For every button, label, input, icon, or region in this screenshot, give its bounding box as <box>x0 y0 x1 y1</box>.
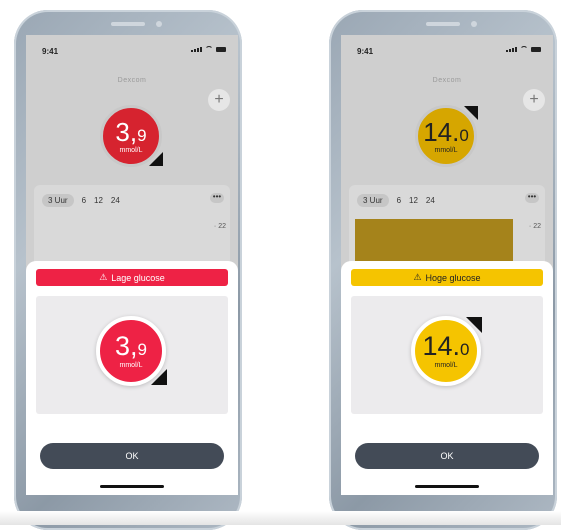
wifi-icon <box>520 46 528 52</box>
glucose-reading-gauge: 14.0 mmol/L <box>415 105 478 167</box>
phone-screen: 9:41 Dexcom + 14.0 mmol/L 3 Uur 6 12 24 … <box>341 35 553 495</box>
warning-icon: ⚠ <box>413 272 422 282</box>
signal-icon <box>191 47 202 52</box>
warning-icon: ⚠ <box>99 272 108 282</box>
wifi-icon <box>205 46 213 52</box>
phone-frame-low: 9:41 Dexcom + 3,9 mmol/L 3 Uur 6 12 24 •… <box>14 10 242 530</box>
status-time: 9:41 <box>357 47 374 56</box>
battery-icon <box>216 47 226 52</box>
speaker-grille <box>111 22 145 26</box>
phone-frame-high: 9:41 Dexcom + 14.0 mmol/L 3 Uur 6 12 24 … <box>329 10 557 530</box>
phone-screen: 9:41 Dexcom + 3,9 mmol/L 3 Uur 6 12 24 •… <box>26 35 238 495</box>
glucose-value: 14.0 <box>423 116 469 147</box>
time-range-tabs: 3 Uur 6 12 24 <box>42 194 120 207</box>
alert-sheet: ⚠ Lage glucose 3,9 mmol/L OK <box>26 261 238 495</box>
brand-name: Dexcom <box>432 77 462 84</box>
alert-title: Hoge glucose <box>425 272 481 283</box>
speaker-grille <box>426 22 460 26</box>
more-options-button[interactable]: ••• <box>210 193 224 203</box>
brand-name: Dexcom <box>117 77 147 84</box>
camera-dot <box>471 21 477 27</box>
tab-3-hours[interactable]: 3 Uur <box>42 194 74 207</box>
alert-glucose-unit: mmol/L <box>119 362 143 369</box>
status-icons <box>191 46 226 52</box>
trend-arrow-down-icon <box>151 369 167 385</box>
y-axis-tick: · 22 <box>528 223 541 230</box>
status-icons <box>506 46 541 52</box>
alert-banner: ⚠ Hoge glucose <box>351 269 543 286</box>
glucose-reading-gauge: 3,9 mmol/L <box>100 105 163 167</box>
alert-glucose-gauge: 3,9 mmol/L <box>96 316 167 386</box>
alert-banner: ⚠ Lage glucose <box>36 269 228 286</box>
trend-arrow-up-icon <box>466 317 482 333</box>
add-button[interactable]: + <box>523 89 545 111</box>
y-axis-tick: · 22 <box>213 223 226 230</box>
alert-content-box: 14.0 mmol/L <box>351 296 543 414</box>
alert-glucose-gauge: 14.0 mmol/L <box>411 316 482 386</box>
alert-glucose-unit: mmol/L <box>434 362 458 369</box>
more-options-button[interactable]: ••• <box>525 193 539 203</box>
tab-24-hours[interactable]: 24 <box>426 196 435 205</box>
tab-24-hours[interactable]: 24 <box>111 196 120 205</box>
alert-title: Lage glucose <box>111 272 165 283</box>
camera-dot <box>156 21 162 27</box>
signal-icon <box>506 47 517 52</box>
tab-6-hours[interactable]: 6 <box>82 196 86 205</box>
alert-glucose-value: 3,9 <box>115 331 147 361</box>
status-time: 9:41 <box>42 47 59 56</box>
trend-arrow-up-icon <box>464 106 478 120</box>
ok-button[interactable]: OK <box>355 443 539 469</box>
page-bottom-shadow <box>0 511 561 525</box>
battery-icon <box>531 47 541 52</box>
time-range-tabs: 3 Uur 6 12 24 <box>357 194 435 207</box>
tab-12-hours[interactable]: 12 <box>409 196 418 205</box>
glucose-value: 3,9 <box>115 116 147 147</box>
alert-sheet: ⚠ Hoge glucose 14.0 mmol/L OK <box>341 261 553 495</box>
alert-content-box: 3,9 mmol/L <box>36 296 228 414</box>
home-indicator[interactable] <box>415 485 479 488</box>
tab-12-hours[interactable]: 12 <box>94 196 103 205</box>
glucose-unit: mmol/L <box>119 146 143 154</box>
add-button[interactable]: + <box>208 89 230 111</box>
tab-3-hours[interactable]: 3 Uur <box>357 194 389 207</box>
home-indicator[interactable] <box>100 485 164 488</box>
trend-arrow-down-icon <box>149 152 163 166</box>
ok-button[interactable]: OK <box>40 443 224 469</box>
alert-glucose-value: 14.0 <box>422 331 470 361</box>
glucose-unit: mmol/L <box>434 146 458 154</box>
tab-6-hours[interactable]: 6 <box>397 196 401 205</box>
